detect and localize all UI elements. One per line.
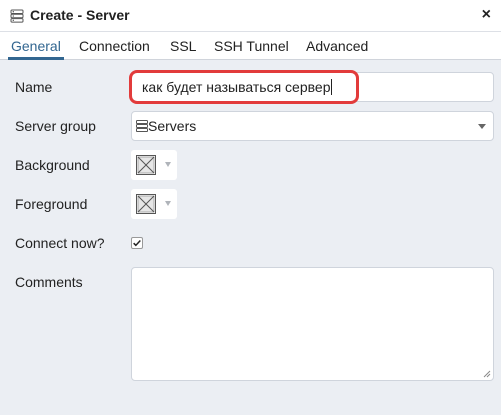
background-color-picker[interactable]	[131, 150, 177, 180]
checkmark-icon	[133, 239, 141, 247]
tab-ssl[interactable]: SSL	[170, 38, 196, 54]
tab-general[interactable]: General	[11, 38, 61, 54]
tab-connection[interactable]: Connection	[79, 38, 150, 54]
servers-icon	[136, 120, 148, 132]
comments-label: Comments	[15, 274, 83, 290]
name-input[interactable]: как будет называться сервер	[131, 72, 494, 102]
name-value: как будет называться сервер	[142, 79, 331, 95]
active-tab-indicator	[8, 57, 64, 60]
no-color-swatch-icon	[136, 194, 156, 214]
text-caret	[331, 79, 333, 95]
dialog-title-bar: Create - Server ×	[0, 0, 501, 32]
server-group-label: Server group	[15, 118, 96, 134]
foreground-label: Foreground	[15, 196, 88, 212]
tab-bar: General Connection SSL SSH Tunnel Advanc…	[0, 32, 501, 60]
connect-now-label: Connect now?	[15, 235, 105, 251]
chevron-down-icon	[478, 124, 486, 129]
tab-advanced[interactable]: Advanced	[306, 38, 368, 54]
background-label: Background	[15, 157, 90, 173]
no-color-swatch-icon	[136, 155, 156, 175]
server-group-select[interactable]: Servers	[131, 111, 494, 141]
dialog-title: Create - Server	[30, 7, 130, 23]
connect-now-checkbox[interactable]	[131, 237, 143, 249]
server-group-value: Servers	[148, 118, 197, 134]
comments-textarea[interactable]	[131, 267, 494, 381]
chevron-down-icon	[165, 162, 171, 167]
foreground-color-picker[interactable]	[131, 189, 177, 219]
tab-ssh-tunnel[interactable]: SSH Tunnel	[214, 38, 289, 54]
chevron-down-icon	[165, 201, 171, 206]
close-icon[interactable]: ×	[482, 6, 491, 24]
server-icon	[10, 9, 24, 23]
name-label: Name	[15, 79, 53, 95]
resize-grip-icon[interactable]	[483, 370, 491, 378]
